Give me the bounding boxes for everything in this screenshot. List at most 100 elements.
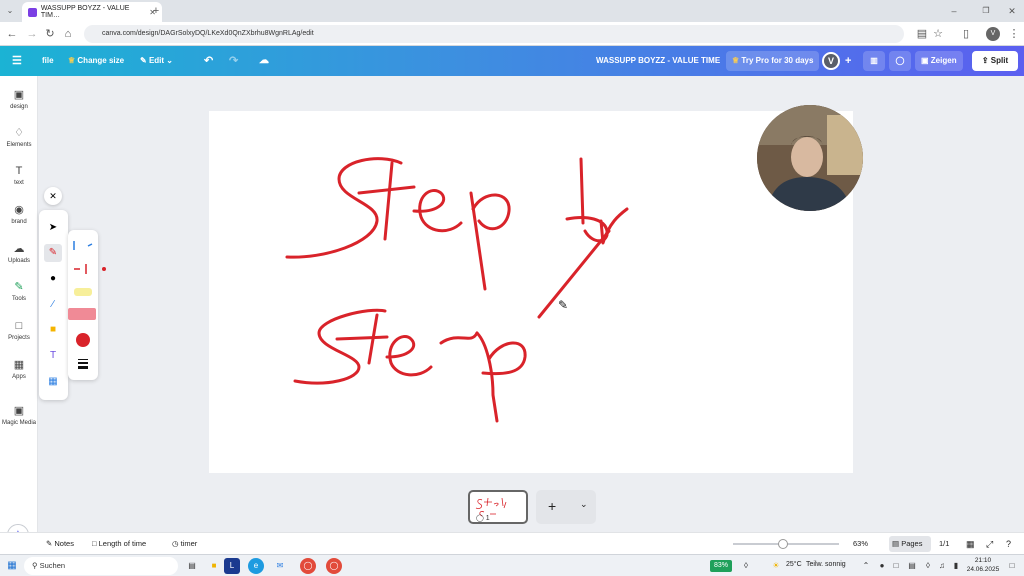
share-icon: ⇪ bbox=[981, 56, 989, 65]
mail-icon[interactable]: ✉ bbox=[272, 558, 288, 574]
sidebar-item-elements[interactable]: ♢ Elements bbox=[0, 126, 38, 148]
eraser-icon[interactable] bbox=[68, 308, 96, 320]
sidebar-item-uploads[interactable]: ☁ Uploads bbox=[0, 242, 38, 264]
windows-start-icon[interactable]: ▦ bbox=[4, 558, 20, 574]
grid-view-icon[interactable]: ▦ bbox=[966, 533, 975, 555]
close-draw-panel-icon[interactable]: ✕ bbox=[44, 187, 62, 205]
sidebar-item-magic-media[interactable]: ▣ Magic Media bbox=[0, 404, 38, 426]
stroke-weight-icon[interactable] bbox=[77, 356, 89, 369]
tray-network-icon[interactable]: □ bbox=[888, 558, 904, 574]
design-canvas[interactable] bbox=[209, 111, 853, 473]
taskbar-search[interactable]: ⚲ Suchen bbox=[24, 557, 178, 575]
translate-icon[interactable]: ▤ bbox=[914, 26, 930, 42]
weather-desc[interactable]: Teilw. sonnig bbox=[806, 561, 846, 568]
zoom-slider-handle[interactable] bbox=[778, 539, 788, 549]
minimize-icon[interactable]: – bbox=[946, 3, 962, 19]
home-icon[interactable]: ⌂ bbox=[60, 26, 76, 42]
launcher-app-icon[interactable]: L bbox=[224, 558, 240, 574]
url-text: canva.com/design/DAGrSolxyDQ/LKeXd0QnZXb… bbox=[102, 30, 314, 37]
tray-keyboard-icon[interactable]: ▤ bbox=[904, 558, 920, 574]
page-thumbnail[interactable]: ◯ 1 bbox=[468, 490, 528, 524]
help-icon[interactable]: ? bbox=[1006, 533, 1011, 555]
present-label: Zeigen bbox=[930, 56, 957, 65]
share-button[interactable]: ⇪ Split bbox=[972, 51, 1018, 71]
comment-icon[interactable]: ◯ bbox=[889, 51, 911, 71]
highlighter-icon[interactable] bbox=[72, 285, 94, 299]
main-menu-icon[interactable]: ☰ bbox=[12, 46, 22, 76]
notes-button[interactable]: ✎ Notes bbox=[46, 533, 74, 555]
canva-top-bar: ☰ file ♕ Change size ✎ Edit ⌄ ↶ ↷ ☁ WASS… bbox=[0, 46, 1024, 76]
sticky-note-icon[interactable]: ■ bbox=[44, 321, 62, 339]
analytics-icon[interactable]: ▥ bbox=[863, 51, 885, 71]
try-pro-label: Try Pro for 30 days bbox=[741, 56, 814, 65]
change-size-button[interactable]: ♕ Change size bbox=[68, 46, 124, 76]
file-menu[interactable]: file bbox=[42, 46, 54, 76]
design-title[interactable]: WASSUPP BOYZZ - VALUE TIME bbox=[596, 46, 720, 76]
cloud-saved-icon[interactable]: ☁ bbox=[259, 46, 269, 76]
duration-label: Length of time bbox=[98, 539, 147, 548]
sidebar-item-text[interactable]: T text bbox=[0, 164, 38, 186]
pen-icon[interactable] bbox=[72, 238, 94, 252]
text-tool-icon[interactable]: T bbox=[44, 347, 62, 365]
restore-icon[interactable]: ❐ bbox=[978, 3, 994, 19]
forward-icon[interactable]: → bbox=[24, 26, 40, 42]
sidebar-item-projects[interactable]: □ Projects bbox=[0, 319, 38, 341]
task-view-icon[interactable]: ▤ bbox=[184, 558, 200, 574]
pages-button[interactable]: ▤ Pages bbox=[889, 536, 931, 552]
close-window-icon[interactable]: ✕ bbox=[1004, 3, 1020, 19]
sidebar-item-brand[interactable]: ◉ brand bbox=[0, 203, 38, 225]
table-tool-icon[interactable]: ▦ bbox=[44, 373, 62, 391]
tray-expand-icon[interactable]: ⌃ bbox=[858, 558, 874, 574]
duration-button[interactable]: □ Length of time bbox=[92, 533, 146, 555]
color-swatch[interactable] bbox=[76, 333, 90, 347]
add-collaborator-icon[interactable]: + bbox=[845, 46, 851, 76]
shapes-tool-icon[interactable]: ● bbox=[44, 270, 62, 288]
chevron-down-icon: ⌄ bbox=[166, 56, 173, 65]
clock[interactable]: 21:10 24.06.2025 bbox=[966, 556, 1000, 574]
browser-menu-icon[interactable]: ⋮ bbox=[1006, 26, 1022, 42]
battery-icon[interactable]: ▮ bbox=[948, 558, 964, 574]
timer-button[interactable]: ◷ timer bbox=[172, 533, 197, 555]
fullscreen-icon[interactable]: ⤢ bbox=[986, 533, 993, 555]
pencil-icon: ✎ bbox=[140, 56, 147, 65]
sidebar-item-apps[interactable]: ▦ Apps bbox=[0, 358, 38, 380]
chevron-down-icon[interactable]: ⌄ bbox=[580, 499, 588, 510]
reload-icon[interactable]: ↻ bbox=[42, 26, 58, 42]
browser-tab[interactable]: WASSUPP BOYZZ - VALUE TIM… ✕ bbox=[22, 2, 162, 22]
present-button[interactable]: ▣ Zeigen bbox=[915, 51, 963, 71]
tab-menu-chevron-icon[interactable]: ⌄ bbox=[2, 3, 18, 19]
profile-avatar-icon[interactable]: V bbox=[986, 27, 1000, 41]
select-cursor-icon[interactable]: ➤ bbox=[44, 219, 62, 237]
battery-indicator[interactable]: 83% bbox=[710, 560, 732, 572]
chrome-icon[interactable]: ◯ bbox=[300, 558, 316, 574]
file-explorer-icon[interactable]: ■ bbox=[206, 558, 222, 574]
chrome-active-icon[interactable]: ◯ bbox=[326, 558, 342, 574]
notes-icon: ✎ bbox=[46, 539, 53, 548]
marker-icon[interactable] bbox=[72, 262, 106, 276]
back-icon[interactable]: ← bbox=[4, 26, 20, 42]
edge-browser-icon[interactable]: e bbox=[248, 558, 264, 574]
sidebar-item-label: text bbox=[14, 180, 24, 186]
sidebar-item-design[interactable]: ▣ design bbox=[0, 88, 38, 110]
extensions-icon[interactable]: ▯ bbox=[958, 26, 974, 42]
webcam-overlay[interactable] bbox=[757, 105, 863, 211]
try-pro-button[interactable]: ♕ Try Pro for 30 days bbox=[726, 51, 820, 71]
undo-icon[interactable]: ↶ bbox=[204, 46, 213, 76]
add-page-icon[interactable]: + bbox=[548, 498, 556, 514]
bookmark-star-icon[interactable]: ☆ bbox=[930, 26, 946, 42]
line-tool-icon[interactable]: ∕ bbox=[44, 296, 62, 314]
change-size-label: Change size bbox=[77, 56, 125, 65]
zoom-level[interactable]: 63% bbox=[853, 533, 868, 555]
notifications-icon[interactable]: □ bbox=[1004, 558, 1020, 574]
edit-menu-button[interactable]: ✎ Edit ⌄ bbox=[140, 46, 173, 76]
share-label: Split bbox=[990, 56, 1009, 65]
pages-label: Pages bbox=[901, 539, 923, 548]
redo-icon[interactable]: ↷ bbox=[229, 46, 238, 76]
pen-tool-icon[interactable]: ✎ bbox=[44, 244, 62, 262]
weather-temp[interactable]: 25°C bbox=[786, 561, 802, 568]
url-field[interactable]: canva.com/design/DAGrSolxyDQ/LKeXd0QnZXb… bbox=[84, 25, 904, 43]
new-tab-icon[interactable]: + bbox=[148, 3, 164, 19]
sidebar-item-tools[interactable]: ✎ Tools bbox=[0, 280, 38, 302]
wifi-icon[interactable]: ◊ bbox=[738, 558, 754, 574]
user-avatar[interactable]: V bbox=[822, 52, 840, 70]
